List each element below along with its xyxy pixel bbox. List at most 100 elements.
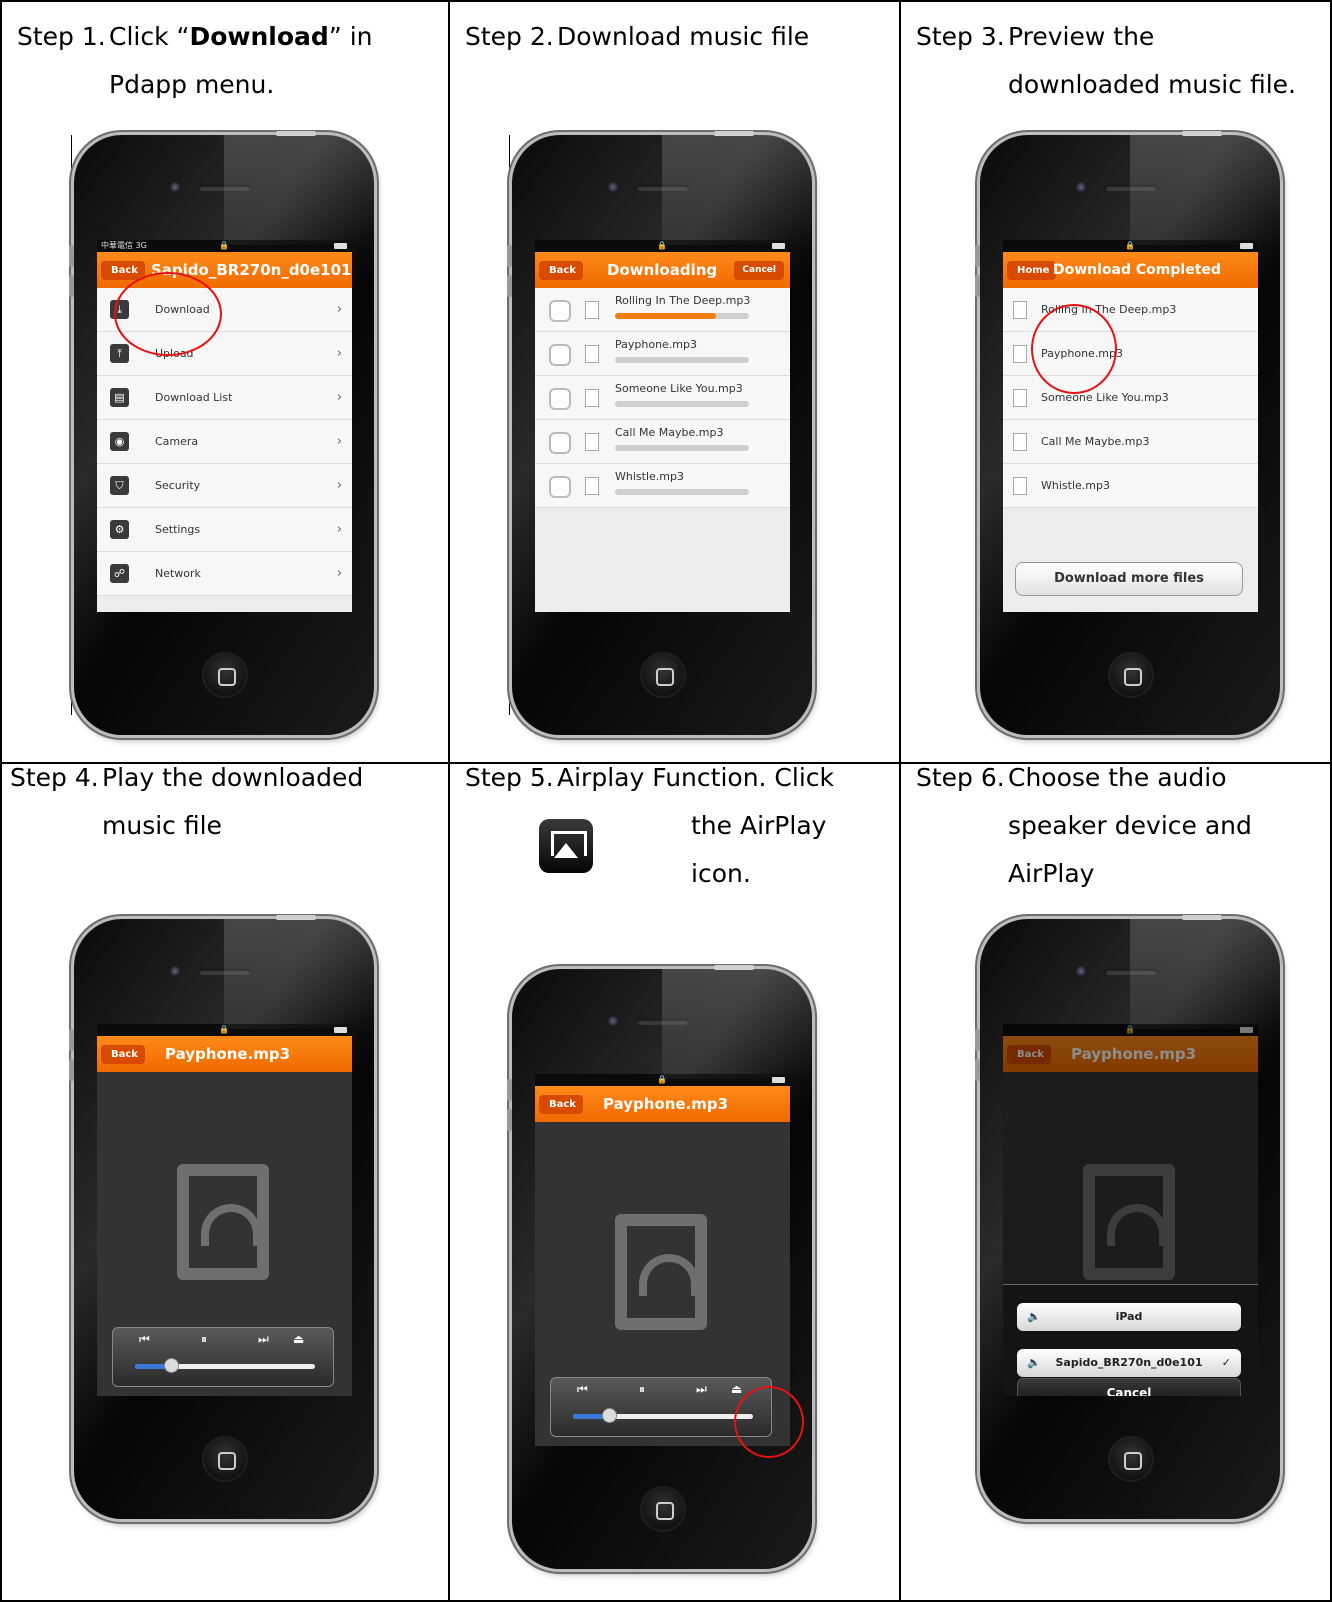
completed-list: Rolling In The Deep.mp3 Payphone.mp3 Someo…	[1003, 288, 1258, 508]
step-text-bold: Download	[189, 22, 329, 51]
step-text-line: Pdapp menu.	[109, 70, 275, 99]
home-button	[1108, 652, 1154, 698]
progress-track[interactable]	[135, 1364, 315, 1369]
battery-icon	[772, 1077, 785, 1083]
volume-button	[975, 1029, 980, 1051]
menu-item-download-list[interactable]: ▤ Download List ›	[97, 376, 352, 420]
divider-line	[71, 135, 72, 715]
player-controls: ⏮ ⏸ ⏭ ⏏	[112, 1327, 334, 1387]
step-2-cell: Step 2. Download music file 🔒 Back Downl…	[448, 0, 901, 764]
menu-label: Network	[155, 567, 201, 580]
download-progress-bar	[615, 401, 749, 407]
menu-label: Settings	[155, 523, 201, 536]
menu-item-network[interactable]: ☍ Network ›	[97, 552, 352, 596]
completed-row[interactable]: Call Me Maybe.mp3	[1003, 420, 1258, 464]
menu-item-upload[interactable]: ⤒ Upload ›	[97, 332, 352, 376]
menu-item-camera[interactable]: ◉ Camera ›	[97, 420, 352, 464]
camera-icon	[608, 1016, 618, 1026]
volume-button	[507, 1109, 512, 1131]
menu-label: Download List	[155, 391, 233, 404]
nav-title: Sapido_BR270n_d0e101	[151, 261, 352, 279]
phone-screen: 🔒 Back Downloading Cancel Rolling In The…	[535, 240, 790, 612]
step-number: Step 4.	[10, 763, 99, 792]
download-row[interactable]: Call Me Maybe.mp3	[535, 420, 790, 464]
home-button-nav[interactable]: Home	[1007, 261, 1057, 280]
power-button	[714, 131, 754, 136]
pause-icon[interactable]: ⏸	[201, 1332, 207, 1347]
download-row[interactable]: Whistle.mp3	[535, 464, 790, 508]
power-button	[276, 915, 316, 920]
download-row[interactable]: Payphone.mp3	[535, 332, 790, 376]
speaker-grille	[199, 185, 251, 191]
volume-button	[507, 1079, 512, 1101]
step-6-cell: Step 6. Choose the audio speaker device …	[899, 762, 1332, 1602]
nav-bar: Back Payphone.mp3	[97, 1036, 352, 1072]
completed-row[interactable]: Someone Like You.mp3	[1003, 376, 1258, 420]
back-button[interactable]: Back	[101, 261, 145, 280]
back-button[interactable]: Back	[539, 1095, 583, 1114]
back-button[interactable]: Back	[101, 1045, 145, 1064]
airplay-icon[interactable]: ⏏	[293, 1332, 304, 1346]
phone-screen: 🔒 Back Payphone.mp3 ⏮ ⏸ ⏭ ⏏	[535, 1074, 790, 1446]
option-label: iPad	[1115, 1310, 1143, 1323]
phone-mockup: 🔒 Back Payphone.mp3 ⏮ ⏸ ⏭ ⏏	[69, 915, 374, 1519]
nav-bar: Back Payphone.mp3	[535, 1086, 790, 1122]
nav-title: Downloading	[607, 261, 718, 279]
file-name: Payphone.mp3	[615, 338, 698, 351]
phone-mockup: 中華電信 3G 🔒 Back Sapido_BR270n_d0e101 ⤓ Down…	[69, 131, 374, 735]
lock-icon: 🔒	[657, 1075, 667, 1084]
pause-icon[interactable]: ⏸	[639, 1382, 645, 1397]
lock-icon: 🔒	[219, 1025, 229, 1034]
step-number: Step 6.	[916, 763, 1005, 792]
cancel-button[interactable]: Cancel	[734, 261, 784, 280]
power-button	[714, 965, 754, 970]
status-bar: 中華電信 3G 🔒	[97, 240, 352, 252]
airplay-icon[interactable]: ⏏	[731, 1382, 742, 1396]
camera-icon	[608, 182, 618, 192]
home-button	[640, 652, 686, 698]
checkbox[interactable]	[549, 344, 571, 366]
menu-item-settings[interactable]: ⚙ Settings ›	[97, 508, 352, 552]
cancel-button[interactable]: Cancel	[1017, 1378, 1241, 1396]
progress-track[interactable]	[573, 1414, 753, 1419]
checkbox[interactable]	[549, 300, 571, 322]
checkbox[interactable]	[549, 432, 571, 454]
checkbox[interactable]	[549, 476, 571, 498]
step-1-cell: Step 1. Click “Download” in Pdapp menu. …	[0, 0, 450, 764]
menu-item-security[interactable]: ⛉ Security ›	[97, 464, 352, 508]
download-row[interactable]: Someone Like You.mp3	[535, 376, 790, 420]
step-text-line: AirPlay	[1008, 859, 1095, 888]
chevron-right-icon: ›	[336, 302, 342, 317]
next-icon[interactable]: ⏭	[258, 1332, 269, 1347]
power-button	[276, 131, 316, 136]
progress-knob[interactable]	[164, 1358, 179, 1373]
completed-row[interactable]: Rolling In The Deep.mp3	[1003, 288, 1258, 332]
download-more-button[interactable]: Download more files	[1015, 562, 1243, 596]
completed-row[interactable]: Payphone.mp3	[1003, 332, 1258, 376]
home-button	[202, 1436, 248, 1482]
checkbox[interactable]	[549, 388, 571, 410]
step-text-part: Click “	[109, 22, 190, 51]
step-text-line: downloaded music file.	[1008, 70, 1296, 99]
camera-icon	[1076, 182, 1086, 192]
power-button	[1182, 915, 1222, 920]
airplay-option-ipad[interactable]: 🔈 iPad	[1017, 1303, 1241, 1331]
back-button[interactable]: Back	[539, 261, 583, 280]
speaker-grille	[637, 185, 689, 191]
completed-row[interactable]: Whistle.mp3	[1003, 464, 1258, 508]
home-button	[202, 652, 248, 698]
download-row[interactable]: Rolling In The Deep.mp3	[535, 288, 790, 332]
next-icon[interactable]: ⏭	[696, 1382, 707, 1397]
volume-button	[975, 245, 980, 267]
menu-item-download[interactable]: ⤓ Download ›	[97, 288, 352, 332]
previous-icon[interactable]: ⏮	[577, 1382, 588, 1397]
airplay-option-sapido[interactable]: 🔈 Sapido_BR270n_d0e101 ✓	[1017, 1349, 1241, 1377]
step-number: Step 1.	[17, 22, 106, 51]
nav-title: Payphone.mp3	[165, 1045, 291, 1063]
step-text-line: the AirPlay	[691, 811, 827, 840]
eye-icon: ◉	[110, 432, 129, 451]
progress-knob[interactable]	[602, 1408, 617, 1423]
speaker-grille	[1105, 185, 1157, 191]
nav-bar: Back Sapido_BR270n_d0e101	[97, 252, 352, 288]
previous-icon[interactable]: ⏮	[139, 1332, 150, 1347]
